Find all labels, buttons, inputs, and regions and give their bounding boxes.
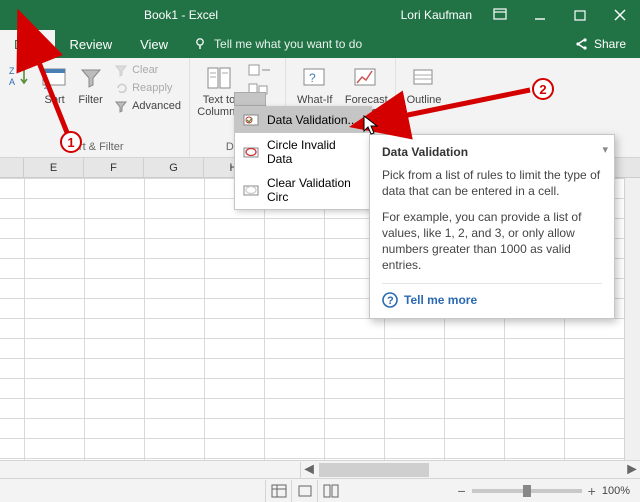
close-button[interactable] — [600, 0, 640, 30]
text-to-columns-icon — [205, 64, 233, 92]
flash-fill-button[interactable] — [248, 64, 272, 81]
sort-az-button[interactable]: ZA — [6, 62, 34, 92]
svg-text:?: ? — [309, 71, 316, 85]
menu-item-clear-circles-label: Clear Validation Circ — [267, 176, 363, 204]
window-title: Book1 - Excel — [144, 8, 218, 22]
outline-label: Outline — [407, 94, 442, 106]
sort-az-icon: ZA — [6, 64, 34, 92]
tab-review[interactable]: Review — [55, 30, 126, 58]
vertical-scrollbar[interactable] — [624, 178, 640, 476]
share-label: Share — [594, 37, 626, 51]
outline-icon — [410, 64, 438, 92]
mouse-cursor-icon — [363, 115, 381, 137]
circle-invalid-icon — [243, 144, 259, 160]
menu-item-circle-invalid-label: Circle Invalid Data — [267, 138, 363, 166]
data-validation-menu: Data Validation... Circle Invalid Data C… — [234, 106, 372, 210]
ribbon-options-button[interactable] — [480, 0, 520, 30]
callout-1: 1 — [60, 131, 82, 153]
callout-2: 2 — [532, 78, 554, 100]
zoom-slider[interactable] — [472, 489, 582, 493]
scroll-left-button[interactable]: ◄ — [301, 462, 317, 478]
clear-label: Clear — [132, 64, 158, 76]
data-validation-split-button-pressed[interactable] — [234, 92, 266, 106]
tab-view[interactable]: View — [126, 30, 182, 58]
share-button[interactable]: Share — [561, 30, 640, 58]
col-F[interactable]: F — [84, 158, 144, 177]
tooltip-paragraph-1: Pick from a list of rules to limit the t… — [382, 167, 602, 199]
tooltip-tell-me-more[interactable]: ? Tell me more — [382, 283, 602, 308]
user-name[interactable]: Lori Kaufman — [401, 8, 472, 22]
svg-text:A: A — [44, 77, 49, 84]
reapply-button[interactable]: Reapply — [112, 80, 183, 96]
sort-button[interactable]: AZ Sort — [40, 62, 69, 106]
filter-label: Filter — [78, 94, 102, 106]
tell-me-search[interactable]: Tell me what you want to do — [194, 30, 362, 58]
clear-filter-button[interactable]: Clear — [112, 62, 183, 78]
tooltip-data-validation: ▾ Data Validation Pick from a list of ru… — [369, 134, 615, 319]
outline-button[interactable]: Outline — [402, 62, 446, 106]
zoom-out-button[interactable]: − — [457, 483, 465, 499]
tooltip-more-label: Tell me more — [404, 293, 477, 307]
svg-text:A: A — [9, 77, 15, 87]
clear-circles-icon — [243, 182, 259, 198]
minimize-button[interactable] — [520, 0, 560, 30]
advanced-label: Advanced — [132, 100, 181, 112]
scroll-thumb[interactable] — [319, 463, 429, 477]
tooltip-title: Data Validation — [382, 145, 602, 159]
tell-me-label: Tell me what you want to do — [214, 37, 362, 51]
tooltip-paragraph-2: For example, you can provide a list of v… — [382, 209, 602, 273]
help-icon: ? — [382, 292, 398, 308]
forecast-icon — [352, 64, 380, 92]
filter-icon — [77, 64, 105, 92]
ribbon-group-sort-filter: ZA AZ Sort Filter Clear — [0, 58, 190, 157]
svg-text:Z: Z — [44, 84, 49, 91]
maximize-button[interactable] — [560, 0, 600, 30]
zoom-level[interactable]: 100% — [602, 485, 630, 497]
menu-item-data-validation[interactable]: Data Validation... — [235, 107, 371, 133]
what-if-icon: ? — [301, 64, 329, 92]
scroll-right-button[interactable]: ► — [624, 462, 640, 478]
reapply-label: Reapply — [132, 82, 172, 94]
horizontal-scrollbar[interactable]: ◄ ► — [0, 460, 640, 478]
page-break-view-button[interactable] — [317, 480, 343, 502]
status-bar: − + 100% — [0, 478, 640, 502]
page-layout-view-button[interactable] — [291, 480, 317, 502]
menu-item-data-validation-label: Data Validation... — [267, 113, 358, 127]
filter-button[interactable]: Filter — [75, 62, 106, 106]
svg-text:Z: Z — [9, 66, 15, 76]
data-validation-icon — [243, 112, 259, 128]
sort-icon: AZ — [41, 64, 69, 92]
normal-view-button[interactable] — [265, 480, 291, 502]
menu-item-circle-invalid[interactable]: Circle Invalid Data — [235, 133, 371, 171]
ribbon-tabs: Data Review View Tell me what you want t… — [0, 30, 640, 58]
menu-item-clear-circles[interactable]: Clear Validation Circ — [235, 171, 371, 209]
select-all-button[interactable] — [0, 158, 24, 177]
advanced-filter-button[interactable]: Advanced — [112, 98, 183, 114]
sort-label: Sort — [44, 94, 64, 106]
col-G[interactable]: G — [144, 158, 204, 177]
sort-filter-group-label: Sort & Filter — [0, 141, 189, 157]
tooltip-expand-icon[interactable]: ▾ — [602, 143, 608, 156]
title-bar: Book1 - Excel Lori Kaufman — [0, 0, 640, 30]
zoom-in-button[interactable]: + — [588, 483, 596, 499]
tab-data[interactable]: Data — [0, 30, 55, 58]
svg-text:?: ? — [387, 295, 394, 307]
col-E[interactable]: E — [24, 158, 84, 177]
